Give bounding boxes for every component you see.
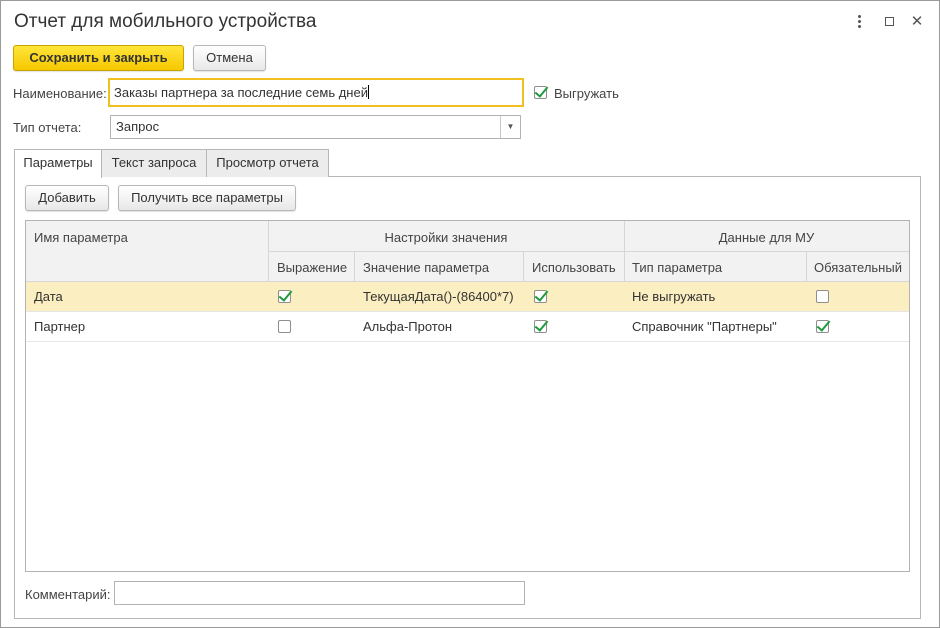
row-required-checkbox[interactable] <box>816 290 829 303</box>
comment-input[interactable] <box>114 581 525 605</box>
export-checkbox[interactable] <box>534 86 547 99</box>
save-and-close-button[interactable]: Сохранить и закрыть <box>13 45 184 71</box>
row-use-checkbox[interactable] <box>534 290 547 303</box>
maximize-icon[interactable] <box>881 13 897 31</box>
table-row[interactable]: Дата ТекущаяДата()-(86400*7) Не выгружат… <box>26 282 909 312</box>
parameters-grid: Имя параметра Настройки значения Данные … <box>25 220 910 572</box>
chevron-down-icon[interactable]: ▼ <box>500 116 520 138</box>
tab-report-preview[interactable]: Просмотр отчета <box>206 149 329 177</box>
col-header-required[interactable]: Обязательный <box>814 260 902 275</box>
more-menu-icon[interactable] <box>851 13 867 31</box>
report-type-label: Тип отчета: <box>13 120 82 135</box>
row-expression-checkbox[interactable] <box>278 290 291 303</box>
name-input[interactable]: Заказы партнера за последние семь дней <box>108 78 524 107</box>
table-row[interactable]: Партнер Альфа-Протон Справочник "Партнер… <box>26 312 909 342</box>
get-all-params-button[interactable]: Получить все параметры <box>118 185 296 211</box>
export-label: Выгружать <box>554 86 619 101</box>
row-param-value: ТекущаяДата()-(86400*7) <box>363 289 514 304</box>
row-param-type: Не выгружать <box>632 289 716 304</box>
add-button[interactable]: Добавить <box>25 185 109 211</box>
name-input-value: Заказы партнера за последние семь дней <box>114 85 368 100</box>
report-type-select[interactable]: Запрос ▼ <box>110 115 521 139</box>
row-required-checkbox[interactable] <box>816 320 829 333</box>
cancel-button[interactable]: Отмена <box>193 45 266 71</box>
grid-header: Имя параметра Настройки значения Данные … <box>26 221 909 282</box>
row-name: Партнер <box>34 319 86 334</box>
tab-query-text[interactable]: Текст запроса <box>101 149 207 177</box>
col-header-param-type[interactable]: Тип параметра <box>632 260 722 275</box>
group-header-mu-data: Данные для МУ <box>718 230 815 245</box>
close-icon[interactable]: ✕ <box>909 13 925 31</box>
window-title: Отчет для мобильного устройства <box>14 11 317 32</box>
title-bar: Отчет для мобильного устройства ✕ <box>1 1 939 43</box>
row-param-value: Альфа-Протон <box>363 319 453 334</box>
group-header-value-settings: Настройки значения <box>384 230 508 245</box>
row-param-type: Справочник "Партнеры" <box>632 319 777 334</box>
comment-label: Комментарий: <box>25 587 111 602</box>
col-header-param-value[interactable]: Значение параметра <box>363 260 489 275</box>
col-header-expression[interactable]: Выражение <box>277 260 347 275</box>
col-header-use[interactable]: Использовать <box>532 260 616 275</box>
row-use-checkbox[interactable] <box>534 320 547 333</box>
row-expression-checkbox[interactable] <box>278 320 291 333</box>
report-type-value: Запрос <box>116 119 160 134</box>
col-header-name[interactable]: Имя параметра <box>34 230 128 245</box>
report-window: Отчет для мобильного устройства ✕ Сохран… <box>0 0 940 628</box>
tab-parameters[interactable]: Параметры <box>14 149 102 178</box>
name-label: Наименование: <box>13 86 107 101</box>
row-name: Дата <box>34 289 63 304</box>
